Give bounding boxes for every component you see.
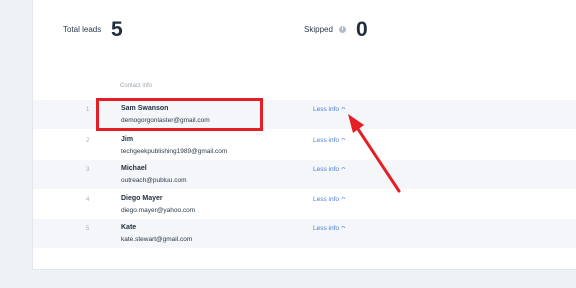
- arrow-head: [348, 114, 364, 133]
- arrow-shaft: [354, 124, 401, 193]
- annotation-arrow: [348, 114, 401, 193]
